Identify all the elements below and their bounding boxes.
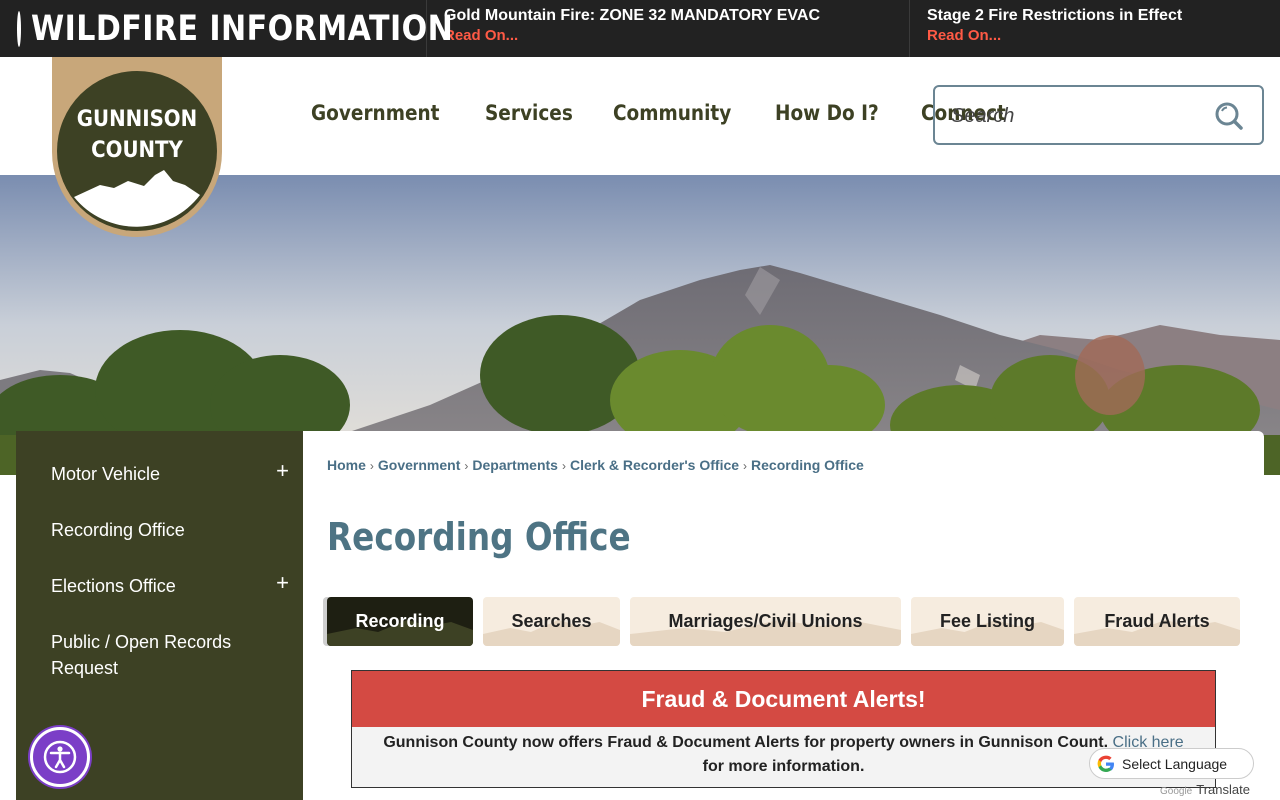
tab-fraud-alerts[interactable]: Fraud Alerts (1074, 597, 1240, 646)
fraud-alert-heading: Fraud & Document Alerts! (352, 671, 1215, 727)
language-select[interactable]: Select Language (1089, 748, 1254, 779)
tab-label: Recording (355, 611, 445, 631)
breadcrumb-separator: › (743, 459, 748, 473)
nav-community[interactable]: Community (613, 101, 731, 125)
fraud-alert-text-before: Gunnison County now offers Fraud & Docum… (383, 734, 1109, 751)
breadcrumb: Home › Government › Departments › Clerk & Reco… (327, 457, 864, 473)
fraud-alert-box: Fraud & Document Alerts! Gunnison County… (351, 670, 1216, 788)
tab-label: Searches (511, 611, 592, 631)
alert-item[interactable]: Stage 2 Fire Restrictions in Effect Read… (910, 0, 1280, 57)
google-g-icon (1097, 755, 1114, 772)
logo-line1: GUNNISON (77, 106, 197, 131)
breadcrumb-home[interactable]: Home (327, 457, 366, 473)
search-input[interactable] (951, 102, 1201, 130)
google-wordmark: Google (1160, 786, 1193, 797)
alert-read-on-link[interactable]: Read On... (927, 26, 1280, 46)
site-header: GUNNISON COUNTY Government Services Comm… (0, 57, 1280, 237)
sidebar-item-public-records[interactable]: Public / Open Records Request (16, 611, 303, 693)
breadcrumb-departments[interactable]: Departments (472, 457, 558, 473)
nav-services[interactable]: Services (485, 101, 573, 125)
google-translate-credit: Google Translate (1160, 782, 1250, 797)
sidebar-item-motor-vehicle[interactable]: Motor Vehicle + (16, 443, 303, 499)
sidebar-item-label: Recording Office (51, 520, 185, 540)
search-icon[interactable] (1214, 101, 1244, 131)
language-select-label: Select Language (1122, 755, 1228, 772)
search-box (933, 85, 1264, 145)
alert-headline[interactable]: Gold Mountain Fire: ZONE 32 MANDATORY EV… (444, 6, 909, 26)
logo-line2: COUNTY (91, 137, 184, 162)
sidebar-item-label: Public / Open Records Request (51, 632, 232, 678)
accessibility-person-icon (43, 740, 77, 774)
accessibility-button[interactable] (30, 727, 90, 787)
translate-wordmark: Translate (1196, 782, 1250, 797)
tab-recording[interactable]: Recording (327, 597, 473, 646)
main-content: Home › Government › Departments › Clerk & Reco… (303, 431, 1264, 800)
gunnison-county-logo[interactable]: GUNNISON COUNTY (52, 57, 222, 237)
sidebar-item-recording-office[interactable]: Recording Office (16, 499, 303, 555)
alert-read-on-link[interactable]: Read On... (444, 26, 909, 46)
expand-plus-icon[interactable]: + (276, 570, 289, 596)
alert-item[interactable]: Gold Mountain Fire: ZONE 32 MANDATORY EV… (427, 0, 910, 57)
alert-headline[interactable]: Stage 2 Fire Restrictions in Effect (927, 6, 1280, 26)
tab-label: Fee Listing (939, 611, 1035, 631)
tab-label: Marriages/Civil Unions (668, 611, 863, 631)
wildfire-brand[interactable]: WILDFIRE INFORMATION (0, 0, 453, 57)
fraud-alert-text: Gunnison County now offers Fraud & Docum… (352, 727, 1215, 779)
breadcrumb-government[interactable]: Government (378, 457, 460, 473)
page-title: Recording Office (327, 515, 631, 559)
wildfire-title: WILDFIRE INFORMATION (31, 8, 454, 49)
tab-label: Fraud Alerts (1104, 611, 1210, 631)
breadcrumb-recording-office[interactable]: Recording Office (751, 457, 864, 473)
wildfire-alert-bar: WILDFIRE INFORMATION Gold Mountain Fire:… (0, 0, 1280, 57)
expand-plus-icon[interactable]: + (276, 458, 289, 484)
tab-searches[interactable]: Searches (483, 597, 620, 646)
nav-how-do-i[interactable]: How Do I? (775, 101, 879, 125)
breadcrumb-clerk-recorder[interactable]: Clerk & Recorder's Office (570, 457, 739, 473)
breadcrumb-separator: › (561, 459, 566, 473)
alert-indicator-icon (17, 10, 21, 47)
breadcrumb-separator: › (464, 459, 469, 473)
nav-government[interactable]: Government (311, 101, 439, 125)
fraud-alert-text-after: for more information. (702, 758, 865, 775)
sidebar-item-elections-office[interactable]: Elections Office + (16, 555, 303, 611)
sidebar-item-label: Motor Vehicle (51, 464, 161, 484)
breadcrumb-separator: › (369, 459, 374, 473)
tab-fee-listing[interactable]: Fee Listing (911, 597, 1064, 646)
tab-marriages-civil-unions[interactable]: Marriages/Civil Unions (630, 597, 901, 646)
sidebar-item-label: Elections Office (51, 576, 176, 596)
